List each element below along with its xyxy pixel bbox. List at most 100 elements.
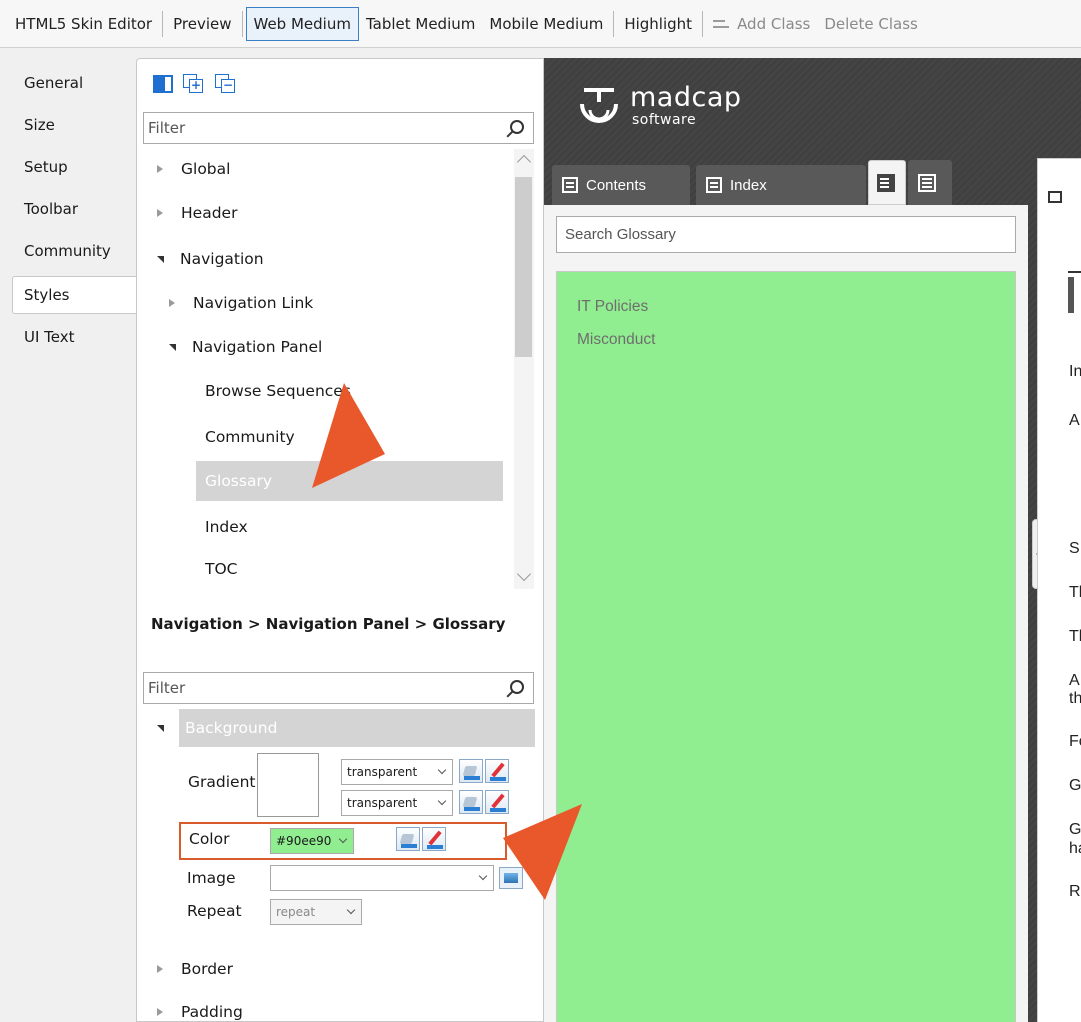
tree-item-community[interactable]: Community <box>205 417 295 457</box>
background-section-header[interactable]: Background <box>179 709 535 747</box>
topic-text: G <box>1069 777 1081 794</box>
nav-item-general[interactable]: General <box>0 64 136 102</box>
delete-class-button[interactable]: Delete Class <box>817 7 925 41</box>
tree-scrollbar[interactable] <box>514 149 534 589</box>
scroll-down-icon[interactable] <box>516 566 532 582</box>
highlight-button[interactable]: Highlight <box>617 7 699 41</box>
tree-item-label: Navigation <box>180 250 264 268</box>
add-class-icon <box>713 17 730 31</box>
nav-item-ui-text[interactable]: UI Text <box>0 318 136 356</box>
glossary-term[interactable]: Misconduct <box>557 323 1015 356</box>
contents-icon <box>562 177 578 193</box>
expand-arrow-icon[interactable] <box>157 965 163 973</box>
tab-glossary[interactable] <box>868 160 906 205</box>
props-filter-input[interactable]: Filter <box>143 672 534 704</box>
index-icon <box>706 177 722 193</box>
style-tree: Global Header Navigation Navigation Link… <box>143 149 534 589</box>
tab-search-results[interactable] <box>908 160 952 205</box>
padding-label: Padding <box>181 1003 243 1021</box>
paint-bucket-icon[interactable] <box>459 790 483 814</box>
gradient-swatch[interactable] <box>257 753 319 817</box>
gradient-top-value: transparent <box>347 765 418 779</box>
collapse-arrow-icon[interactable] <box>169 343 176 351</box>
glossary-term-list: IT Policies Misconduct <box>556 271 1016 1022</box>
tree-item-glossary[interactable]: Glossary <box>196 461 503 501</box>
toggle-panel-icon[interactable] <box>153 75 173 93</box>
gradient-top-select[interactable]: transparent <box>341 759 453 785</box>
tree-item-header[interactable]: Header <box>157 193 237 233</box>
glossary-term[interactable]: IT Policies <box>557 290 1015 323</box>
repeat-select[interactable]: repeat <box>270 899 362 925</box>
image-select[interactable] <box>270 865 494 891</box>
topic-title-glyph <box>1068 277 1074 313</box>
border-label: Border <box>181 960 233 978</box>
logo-subtitle: software <box>632 112 697 128</box>
expand-arrow-icon[interactable] <box>157 209 163 217</box>
add-class-button[interactable]: Add Class <box>706 7 817 41</box>
tree-filter-input[interactable]: Filter <box>143 112 534 144</box>
color-label: Color <box>189 830 230 848</box>
collapse-all-icon[interactable]: − <box>215 74 237 94</box>
chevron-down-icon <box>437 765 447 775</box>
nav-item-toolbar[interactable]: Toolbar <box>0 190 136 228</box>
scroll-up-icon[interactable] <box>516 154 532 170</box>
search-icon[interactable] <box>510 120 524 134</box>
tree-item-label: Global <box>181 160 231 178</box>
print-icon[interactable] <box>1048 191 1062 203</box>
topic-pane: In A S Th Th A th Fo G G ha R <box>1037 158 1081 1022</box>
nav-item-size[interactable]: Size <box>0 106 136 144</box>
search-icon[interactable] <box>510 680 524 694</box>
tree-tools: + − <box>153 74 237 94</box>
mobile-medium-button[interactable]: Mobile Medium <box>482 7 610 41</box>
expand-all-icon[interactable]: + <box>183 74 205 94</box>
gradient-label: Gradient <box>188 773 256 791</box>
collapse-arrow-icon[interactable] <box>157 255 164 263</box>
tree-item-label: Header <box>181 204 238 222</box>
eyedropper-icon[interactable] <box>422 827 446 851</box>
tree-item-navigation-panel[interactable]: Navigation Panel <box>169 327 322 367</box>
tab-index[interactable]: Index <box>696 165 866 205</box>
expand-arrow-icon[interactable] <box>169 299 175 307</box>
tree-item-index[interactable]: Index <box>205 507 248 547</box>
tree-item-global[interactable]: Global <box>157 149 230 189</box>
topic-text: ha <box>1069 840 1081 857</box>
tab-index-label: Index <box>730 176 767 194</box>
image-browse-icon[interactable] <box>499 867 523 889</box>
tree-item-toc[interactable]: TOC <box>205 549 238 589</box>
tablet-medium-button[interactable]: Tablet Medium <box>359 7 482 41</box>
glossary-search-input[interactable]: Search Glossary <box>556 216 1016 253</box>
collapse-arrow-icon[interactable] <box>157 725 164 732</box>
chevron-down-icon <box>437 796 447 806</box>
tab-contents[interactable]: Contents <box>552 165 690 205</box>
preview-button[interactable]: Preview <box>166 7 238 41</box>
nav-item-community[interactable]: Community <box>0 232 136 270</box>
nav-item-styles[interactable]: Styles <box>12 276 138 314</box>
madcap-logo-icon <box>580 88 618 123</box>
repeat-label: Repeat <box>187 902 242 920</box>
border-section-header[interactable]: Border <box>157 949 233 989</box>
expand-arrow-icon[interactable] <box>157 165 163 173</box>
topic-text: Th <box>1069 584 1081 601</box>
eyedropper-icon[interactable] <box>485 790 509 814</box>
gradient-bottom-select[interactable]: transparent <box>341 790 453 816</box>
nav-item-setup[interactable]: Setup <box>0 148 136 186</box>
topic-text: In <box>1069 363 1081 380</box>
color-select[interactable]: #90ee90 <box>270 828 354 854</box>
paint-bucket-icon[interactable] <box>396 827 420 851</box>
scroll-thumb[interactable] <box>515 177 532 357</box>
topic-title-rule <box>1068 271 1081 273</box>
eyedropper-icon[interactable] <box>485 759 509 783</box>
logo-name: madcap <box>630 82 742 113</box>
expand-arrow-icon[interactable] <box>157 1008 163 1016</box>
topic-text: R <box>1069 883 1081 900</box>
toolbar-separator <box>162 10 164 37</box>
tree-item-navigation[interactable]: Navigation <box>157 239 264 279</box>
tab-contents-label: Contents <box>586 176 647 194</box>
padding-section-header[interactable]: Padding <box>157 992 243 1022</box>
chevron-down-icon <box>346 905 356 915</box>
web-medium-button[interactable]: Web Medium <box>245 6 359 41</box>
topic-text: Fo <box>1069 733 1081 750</box>
tree-item-navigation-link[interactable]: Navigation Link <box>169 283 313 323</box>
paint-bucket-icon[interactable] <box>459 759 483 783</box>
tree-item-browse-sequences[interactable]: Browse Sequences <box>205 371 351 411</box>
